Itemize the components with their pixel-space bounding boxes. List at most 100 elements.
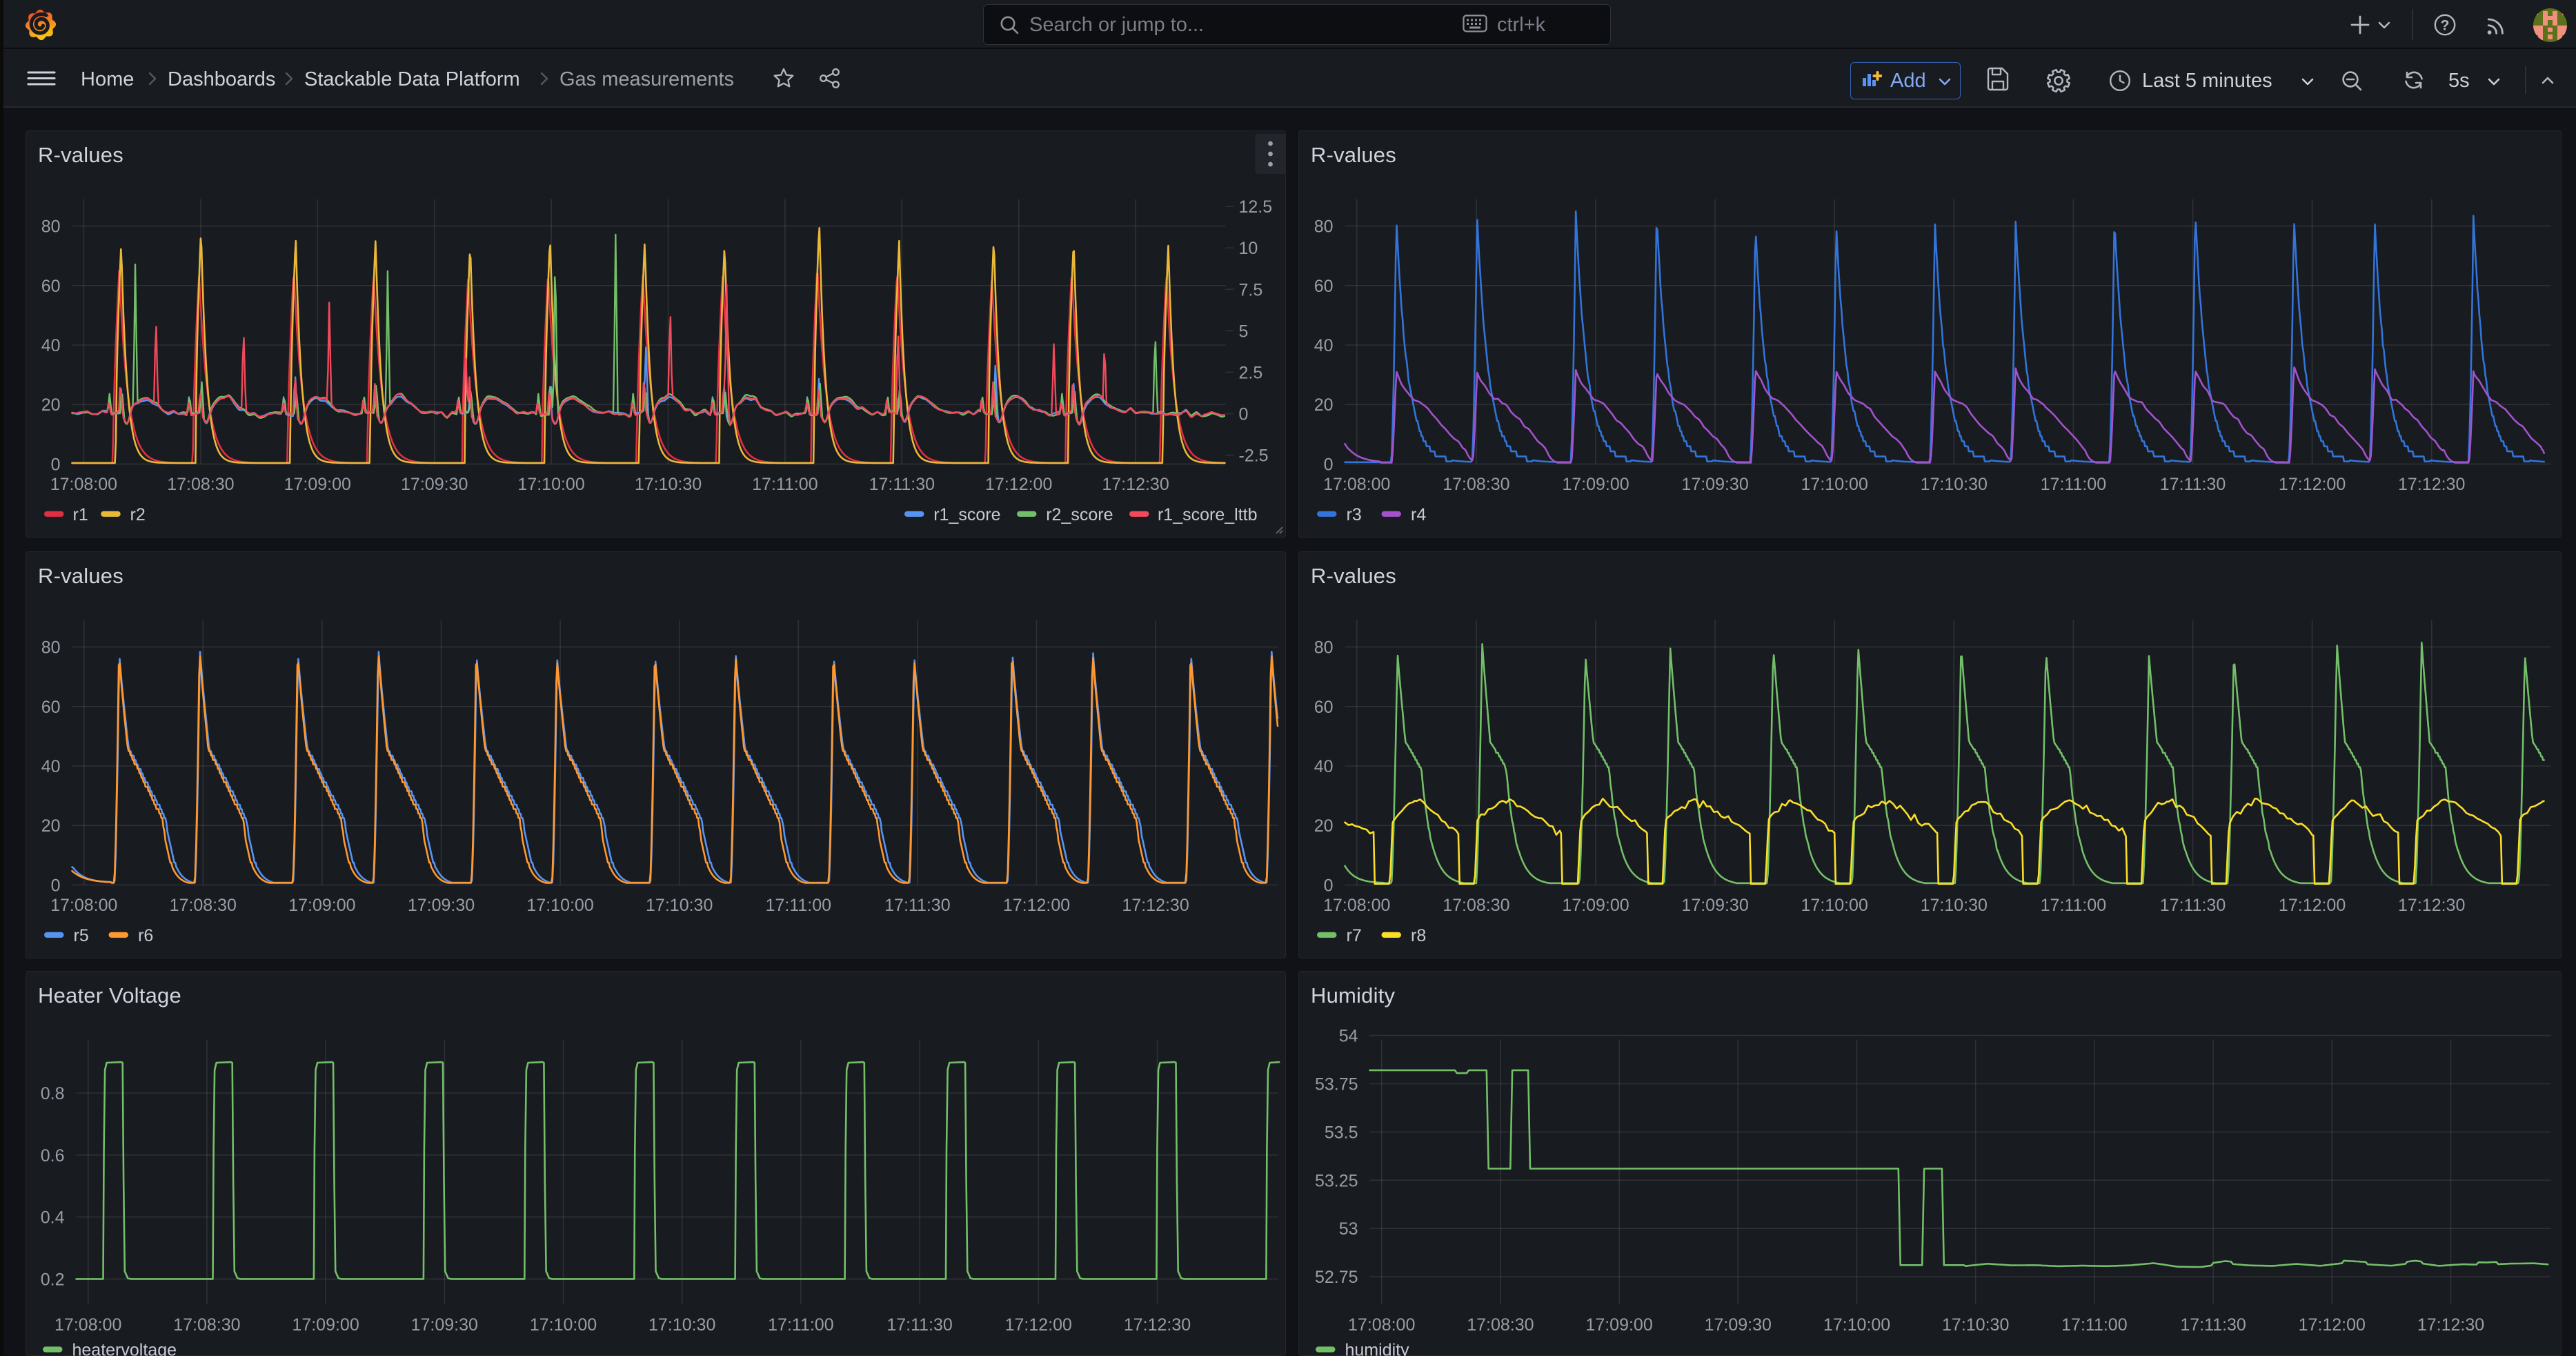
svg-text:17:12:00: 17:12:00	[1004, 1315, 1071, 1335]
svg-text:17:11:30: 17:11:30	[2159, 896, 2225, 915]
svg-text:0: 0	[1323, 455, 1333, 474]
svg-text:r8: r8	[1411, 926, 1426, 945]
svg-text:0: 0	[1238, 405, 1248, 424]
svg-text:40: 40	[1314, 757, 1333, 776]
svg-text:17:10:30: 17:10:30	[634, 475, 701, 494]
svg-text:17:11:30: 17:11:30	[2159, 475, 2225, 494]
svg-text:80: 80	[1314, 638, 1333, 658]
svg-text:0: 0	[50, 455, 60, 474]
svg-text:17:12:00: 17:12:00	[985, 475, 1052, 494]
svg-text:17:09:30: 17:09:30	[410, 1315, 477, 1335]
svg-text:53.25: 53.25	[1314, 1171, 1358, 1190]
svg-text:17:09:30: 17:09:30	[401, 475, 468, 494]
svg-text:17:08:30: 17:08:30	[1443, 475, 1509, 494]
svg-text:17:10:00: 17:10:00	[529, 1315, 596, 1335]
svg-text:17:11:00: 17:11:00	[2040, 475, 2106, 494]
svg-text:17:10:00: 17:10:00	[517, 475, 584, 494]
svg-text:20: 20	[41, 816, 60, 836]
svg-text:0.2: 0.2	[40, 1270, 64, 1289]
svg-text:r2: r2	[130, 505, 145, 524]
svg-text:40: 40	[41, 757, 60, 776]
svg-text:0.6: 0.6	[40, 1146, 64, 1166]
svg-text:10: 10	[1238, 239, 1258, 258]
svg-text:17:08:00: 17:08:00	[55, 1315, 121, 1335]
svg-text:17:11:00: 17:11:00	[768, 1315, 833, 1335]
svg-text:heatervoltage: heatervoltage	[72, 1341, 177, 1356]
svg-text:17:12:30: 17:12:30	[2417, 1315, 2484, 1335]
svg-text:0: 0	[1323, 876, 1333, 895]
svg-text:60: 60	[1314, 277, 1333, 296]
svg-text:17:12:00: 17:12:00	[2278, 475, 2345, 494]
svg-text:12.5: 12.5	[1238, 197, 1272, 217]
svg-text:17:12:00: 17:12:00	[1002, 896, 1069, 915]
svg-text:17:12:30: 17:12:30	[1122, 896, 1189, 915]
svg-text:0.4: 0.4	[40, 1208, 64, 1228]
svg-text:40: 40	[1314, 336, 1333, 355]
svg-text:17:11:30: 17:11:30	[884, 896, 950, 915]
svg-text:0.8: 0.8	[40, 1084, 64, 1103]
svg-text:17:08:00: 17:08:00	[1323, 475, 1390, 494]
svg-text:0: 0	[50, 876, 60, 895]
svg-text:17:08:30: 17:08:30	[1467, 1315, 1534, 1335]
svg-text:17:12:30: 17:12:30	[1102, 475, 1169, 494]
svg-text:17:09:30: 17:09:30	[1704, 1315, 1771, 1335]
svg-text:17:09:30: 17:09:30	[1681, 896, 1748, 915]
svg-text:17:11:00: 17:11:00	[765, 896, 831, 915]
svg-text:17:12:30: 17:12:30	[1123, 1315, 1190, 1335]
svg-text:53: 53	[1338, 1219, 1358, 1239]
svg-text:r2_score: r2_score	[1046, 505, 1113, 524]
svg-text:20: 20	[1314, 816, 1333, 836]
svg-text:17:08:00: 17:08:00	[50, 896, 117, 915]
svg-text:17:08:30: 17:08:30	[173, 1315, 240, 1335]
svg-text:17:09:00: 17:09:00	[292, 1315, 359, 1335]
svg-text:52.75: 52.75	[1314, 1268, 1358, 1287]
svg-text:r1_score: r1_score	[933, 505, 1000, 524]
svg-text:17:10:30: 17:10:30	[1942, 1315, 2009, 1335]
svg-text:54: 54	[1338, 1027, 1358, 1046]
svg-text:60: 60	[41, 698, 60, 717]
svg-text:17:10:30: 17:10:30	[1920, 896, 1987, 915]
svg-text:17:08:00: 17:08:00	[50, 475, 117, 494]
svg-text:2.5: 2.5	[1238, 363, 1262, 382]
svg-text:17:10:00: 17:10:00	[526, 896, 593, 915]
svg-text:80: 80	[41, 217, 60, 237]
svg-text:r4: r4	[1411, 505, 1426, 524]
svg-text:17:11:00: 17:11:00	[2061, 1315, 2127, 1335]
svg-text:17:11:00: 17:11:00	[2040, 896, 2106, 915]
svg-text:17:08:00: 17:08:00	[1348, 1315, 1415, 1335]
svg-text:17:10:30: 17:10:30	[648, 1315, 715, 1335]
svg-text:17:08:30: 17:08:30	[169, 896, 236, 915]
svg-text:60: 60	[41, 277, 60, 296]
svg-text:17:09:00: 17:09:00	[284, 475, 350, 494]
svg-text:17:10:30: 17:10:30	[1920, 475, 1987, 494]
svg-text:r3: r3	[1346, 505, 1361, 524]
svg-text:17:09:30: 17:09:30	[407, 896, 474, 915]
svg-text:humidity: humidity	[1345, 1341, 1409, 1356]
svg-text:?: ?	[2441, 18, 2450, 34]
svg-text:17:11:30: 17:11:30	[2180, 1315, 2246, 1335]
svg-text:20: 20	[1314, 395, 1333, 415]
svg-text:17:12:30: 17:12:30	[2398, 896, 2465, 915]
svg-text:17:12:30: 17:12:30	[2398, 475, 2465, 494]
svg-text:17:10:00: 17:10:00	[1801, 896, 1867, 915]
svg-text:r1_score_lttb: r1_score_lttb	[1157, 505, 1257, 524]
svg-text:17:10:00: 17:10:00	[1801, 475, 1867, 494]
svg-text:17:10:30: 17:10:30	[646, 896, 713, 915]
svg-text:17:09:30: 17:09:30	[1681, 475, 1748, 494]
svg-text:r6: r6	[138, 926, 153, 945]
svg-text:17:08:30: 17:08:30	[1443, 896, 1509, 915]
svg-text:17:12:00: 17:12:00	[2298, 1315, 2365, 1335]
svg-text:7.5: 7.5	[1238, 280, 1262, 299]
svg-text:17:09:00: 17:09:00	[1585, 1315, 1652, 1335]
svg-text:17:11:00: 17:11:00	[752, 475, 818, 494]
svg-text:17:08:30: 17:08:30	[167, 475, 234, 494]
svg-text:17:08:00: 17:08:00	[1323, 896, 1390, 915]
svg-text:20: 20	[41, 395, 60, 415]
svg-text:17:11:30: 17:11:30	[886, 1315, 952, 1335]
svg-text:17:09:00: 17:09:00	[1562, 475, 1629, 494]
svg-text:r7: r7	[1346, 926, 1361, 945]
svg-text:80: 80	[41, 638, 60, 658]
svg-text:17:09:00: 17:09:00	[1562, 896, 1629, 915]
svg-text:60: 60	[1314, 698, 1333, 717]
svg-text:53.75: 53.75	[1314, 1075, 1358, 1094]
